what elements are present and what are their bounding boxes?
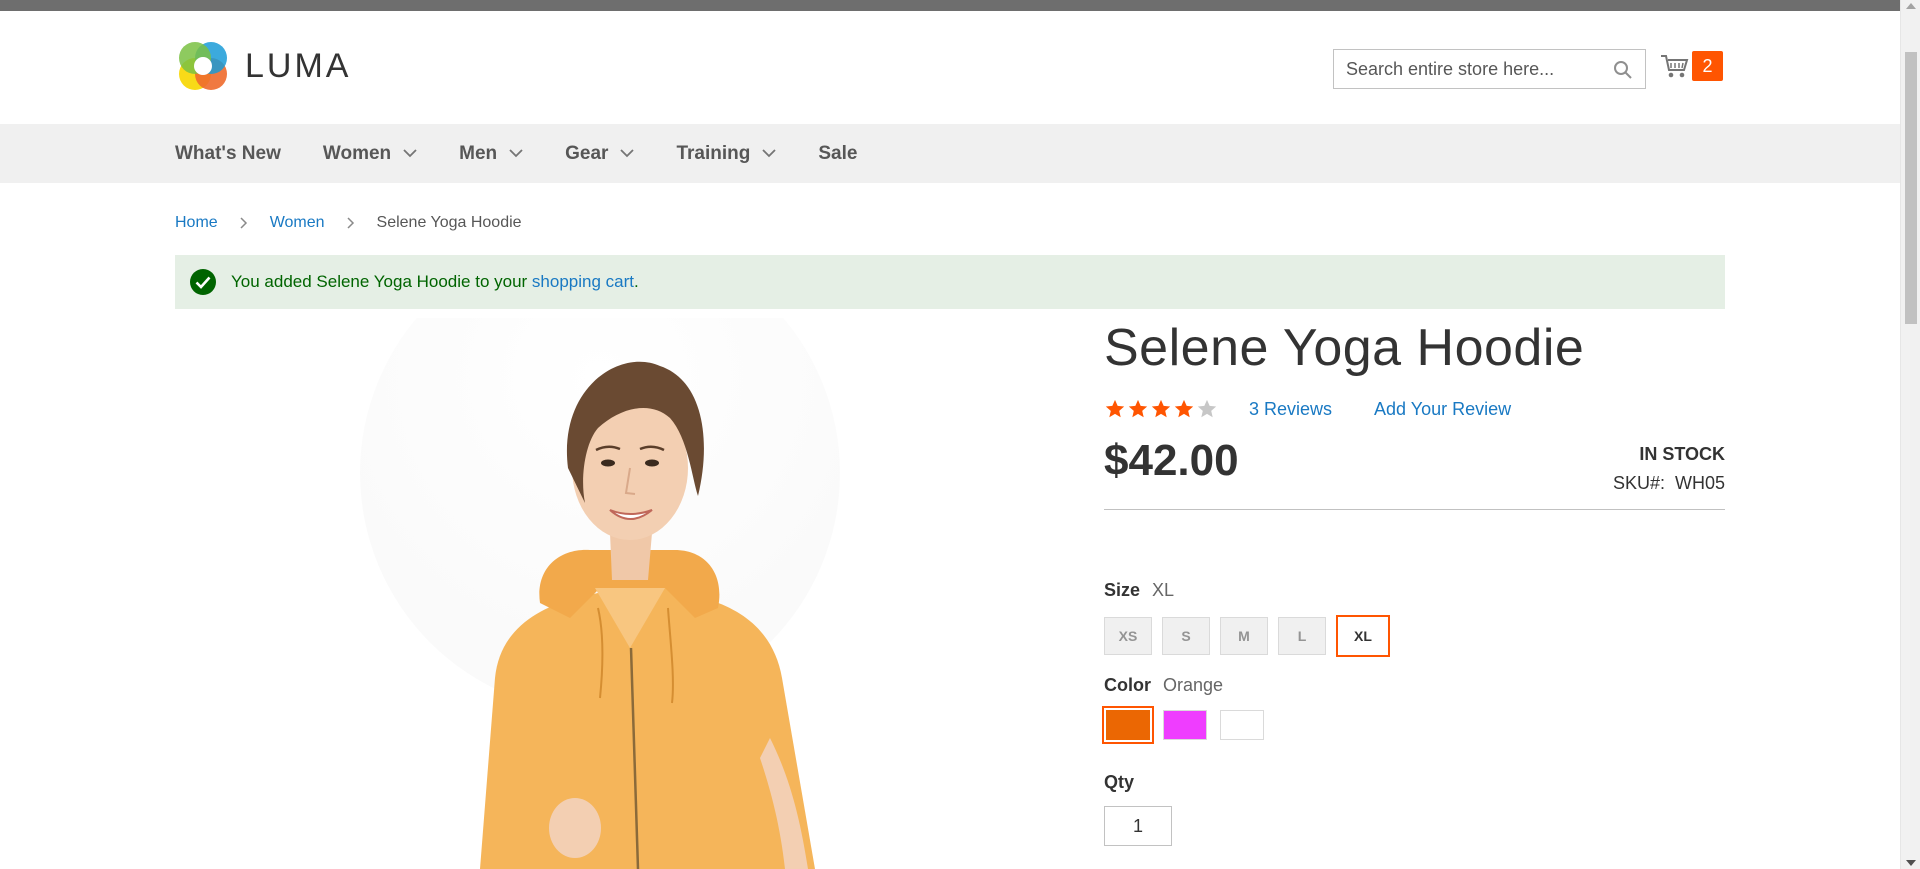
search-icon[interactable] [1613,60,1633,80]
breadcrumb-current: Selene Yoga Hoodie [376,214,522,231]
product-sku: SKU#: WH05 [1613,473,1725,494]
size-label-text: Size [1104,580,1141,600]
color-option-orange[interactable] [1102,706,1154,744]
message-prefix: You added Selene Yoga Hoodie to your [231,272,532,291]
qty-label: Qty [1104,772,1135,792]
scrollbar-thumb[interactable] [1905,52,1917,324]
stock-status: IN STOCK [1639,444,1725,464]
browser-top-strip [0,0,1900,11]
site-header: LUMA 2 [0,11,1900,124]
product-main-image[interactable] [330,318,950,869]
sku-value: WH05 [1674,473,1725,493]
add-review-link[interactable]: Add Your Review [1374,399,1511,420]
nav-item-label: Gear [565,142,609,164]
star-filled-icon [1151,399,1171,418]
product-rating: 3 Reviews Add Your Review [1104,398,1511,420]
color-swatches [1102,706,1277,744]
chevron-down-icon [620,149,635,158]
breadcrumb-home[interactable]: Home [175,214,218,232]
color-option-purple[interactable] [1163,710,1207,740]
chevron-right-icon [240,217,247,229]
page-scrollbar[interactable] [1900,0,1920,869]
product-title: Selene Yoga Hoodie [1104,319,1585,377]
star-empty-icon [1197,399,1217,418]
main-navigation: What's New Women Men Gear Training Sale [0,124,1900,183]
info-divider [1104,509,1725,510]
color-option-white[interactable] [1220,710,1264,740]
chevron-down-icon [762,149,776,158]
success-message-text: You added Selene Yoga Hoodie to your sho… [231,272,639,292]
search-box [1333,49,1646,89]
size-option-s[interactable]: S [1162,617,1210,655]
luma-logo[interactable]: LUMA [175,38,351,94]
nav-item-label: Sale [818,142,858,164]
reviews-link[interactable]: 3 Reviews [1249,399,1332,420]
size-option-xs[interactable]: XS [1104,617,1152,655]
rating-stars [1104,398,1219,420]
color-selected-value: Orange [1163,675,1224,695]
nav-item-sale[interactable]: Sale [818,143,857,165]
cart-count-badge: 2 [1692,51,1723,81]
luma-logo-icon [179,42,227,90]
minicart-button[interactable]: 2 [1660,51,1723,81]
size-selected-value: XL [1152,580,1175,600]
chevron-down-icon [403,149,417,158]
chevron-right-icon [347,217,354,229]
star-filled-icon [1174,399,1194,418]
logo-text: LUMA [245,46,352,85]
nav-item-gear[interactable]: Gear [565,142,635,165]
nav-item-training[interactable]: Training [676,143,776,165]
nav-item-label: Women [322,142,392,164]
star-filled-icon [1128,399,1148,418]
success-message: You added Selene Yoga Hoodie to your sho… [175,255,1725,309]
nav-item-label: Training [676,142,751,164]
qty-input[interactable] [1104,806,1172,846]
size-option-l[interactable]: L [1278,617,1326,655]
message-suffix: . [634,272,639,291]
sku-label: SKU#: [1612,473,1665,493]
size-attribute-label: Size XL [1104,580,1174,601]
product-price: $42.00 [1104,436,1239,485]
nav-item-men[interactable]: Men [459,143,523,165]
breadcrumb: Home Women Selene Yoga Hoodie [175,214,522,232]
size-option-xl[interactable]: XL [1336,615,1390,657]
size-swatches: XS S M L XL [1104,615,1400,657]
color-label-text: Color [1104,675,1151,695]
nav-item-women[interactable]: Women [323,143,417,165]
size-option-m[interactable]: M [1220,617,1268,655]
color-attribute-label: Color Orange [1104,675,1223,696]
cart-icon [1661,55,1689,78]
success-check-icon [190,269,216,295]
chevron-down-icon [509,149,523,158]
nav-item-label: What's New [175,142,281,164]
search-input[interactable] [1334,50,1594,88]
product-photo-illustration [330,318,950,869]
nav-item-what-s-new[interactable]: What's New [175,143,281,165]
star-filled-icon [1105,399,1125,418]
scroll-up-arrow-icon[interactable] [1906,3,1916,9]
scroll-down-arrow-icon[interactable] [1906,860,1916,866]
nav-item-label: Men [459,142,498,164]
breadcrumb-women[interactable]: Women [270,214,325,232]
shopping-cart-link[interactable]: shopping cart [532,272,634,291]
